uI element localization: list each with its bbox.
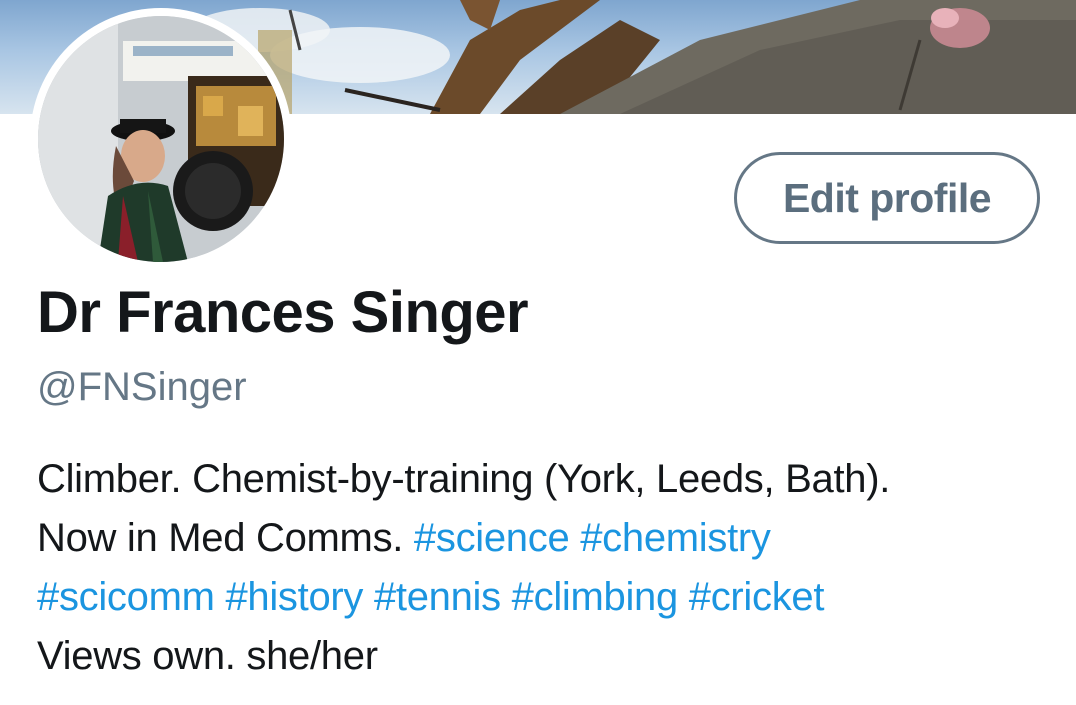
profile-handle: @FNSinger	[37, 365, 247, 409]
hashtag-link-scicomm[interactable]: #scicomm	[37, 575, 215, 619]
profile-page: Edit profile Dr Frances Singer @FNSinger…	[0, 0, 1076, 705]
bio-text: Now in Med Comms.	[37, 516, 404, 560]
profile-avatar[interactable]	[30, 8, 292, 270]
bio-line-1: Climber. Chemist-by-training (York, Leed…	[37, 457, 891, 501]
bio-line-4: Views own. she/her	[37, 634, 378, 678]
hashtag-link-tennis[interactable]: #tennis	[374, 575, 501, 619]
hashtag-link-climbing[interactable]: #climbing	[512, 575, 679, 619]
hashtag-link-cricket[interactable]: #cricket	[689, 575, 825, 619]
profile-bio: Climber. Chemist-by-training (York, Leed…	[37, 450, 1057, 686]
hashtag-link-chemistry[interactable]: #chemistry	[580, 516, 771, 560]
bio-line-3: #scicomm #history #tennis #climbing #cri…	[37, 568, 1057, 627]
avatar-photo	[38, 16, 284, 262]
hashtag-link-science[interactable]: #science	[414, 516, 570, 560]
profile-display-name: Dr Frances Singer	[37, 280, 529, 345]
bio-line-2: Now in Med Comms. #science #chemistry	[37, 509, 1057, 568]
hashtag-link-history[interactable]: #history	[225, 575, 363, 619]
edit-profile-button[interactable]: Edit profile	[734, 152, 1040, 244]
